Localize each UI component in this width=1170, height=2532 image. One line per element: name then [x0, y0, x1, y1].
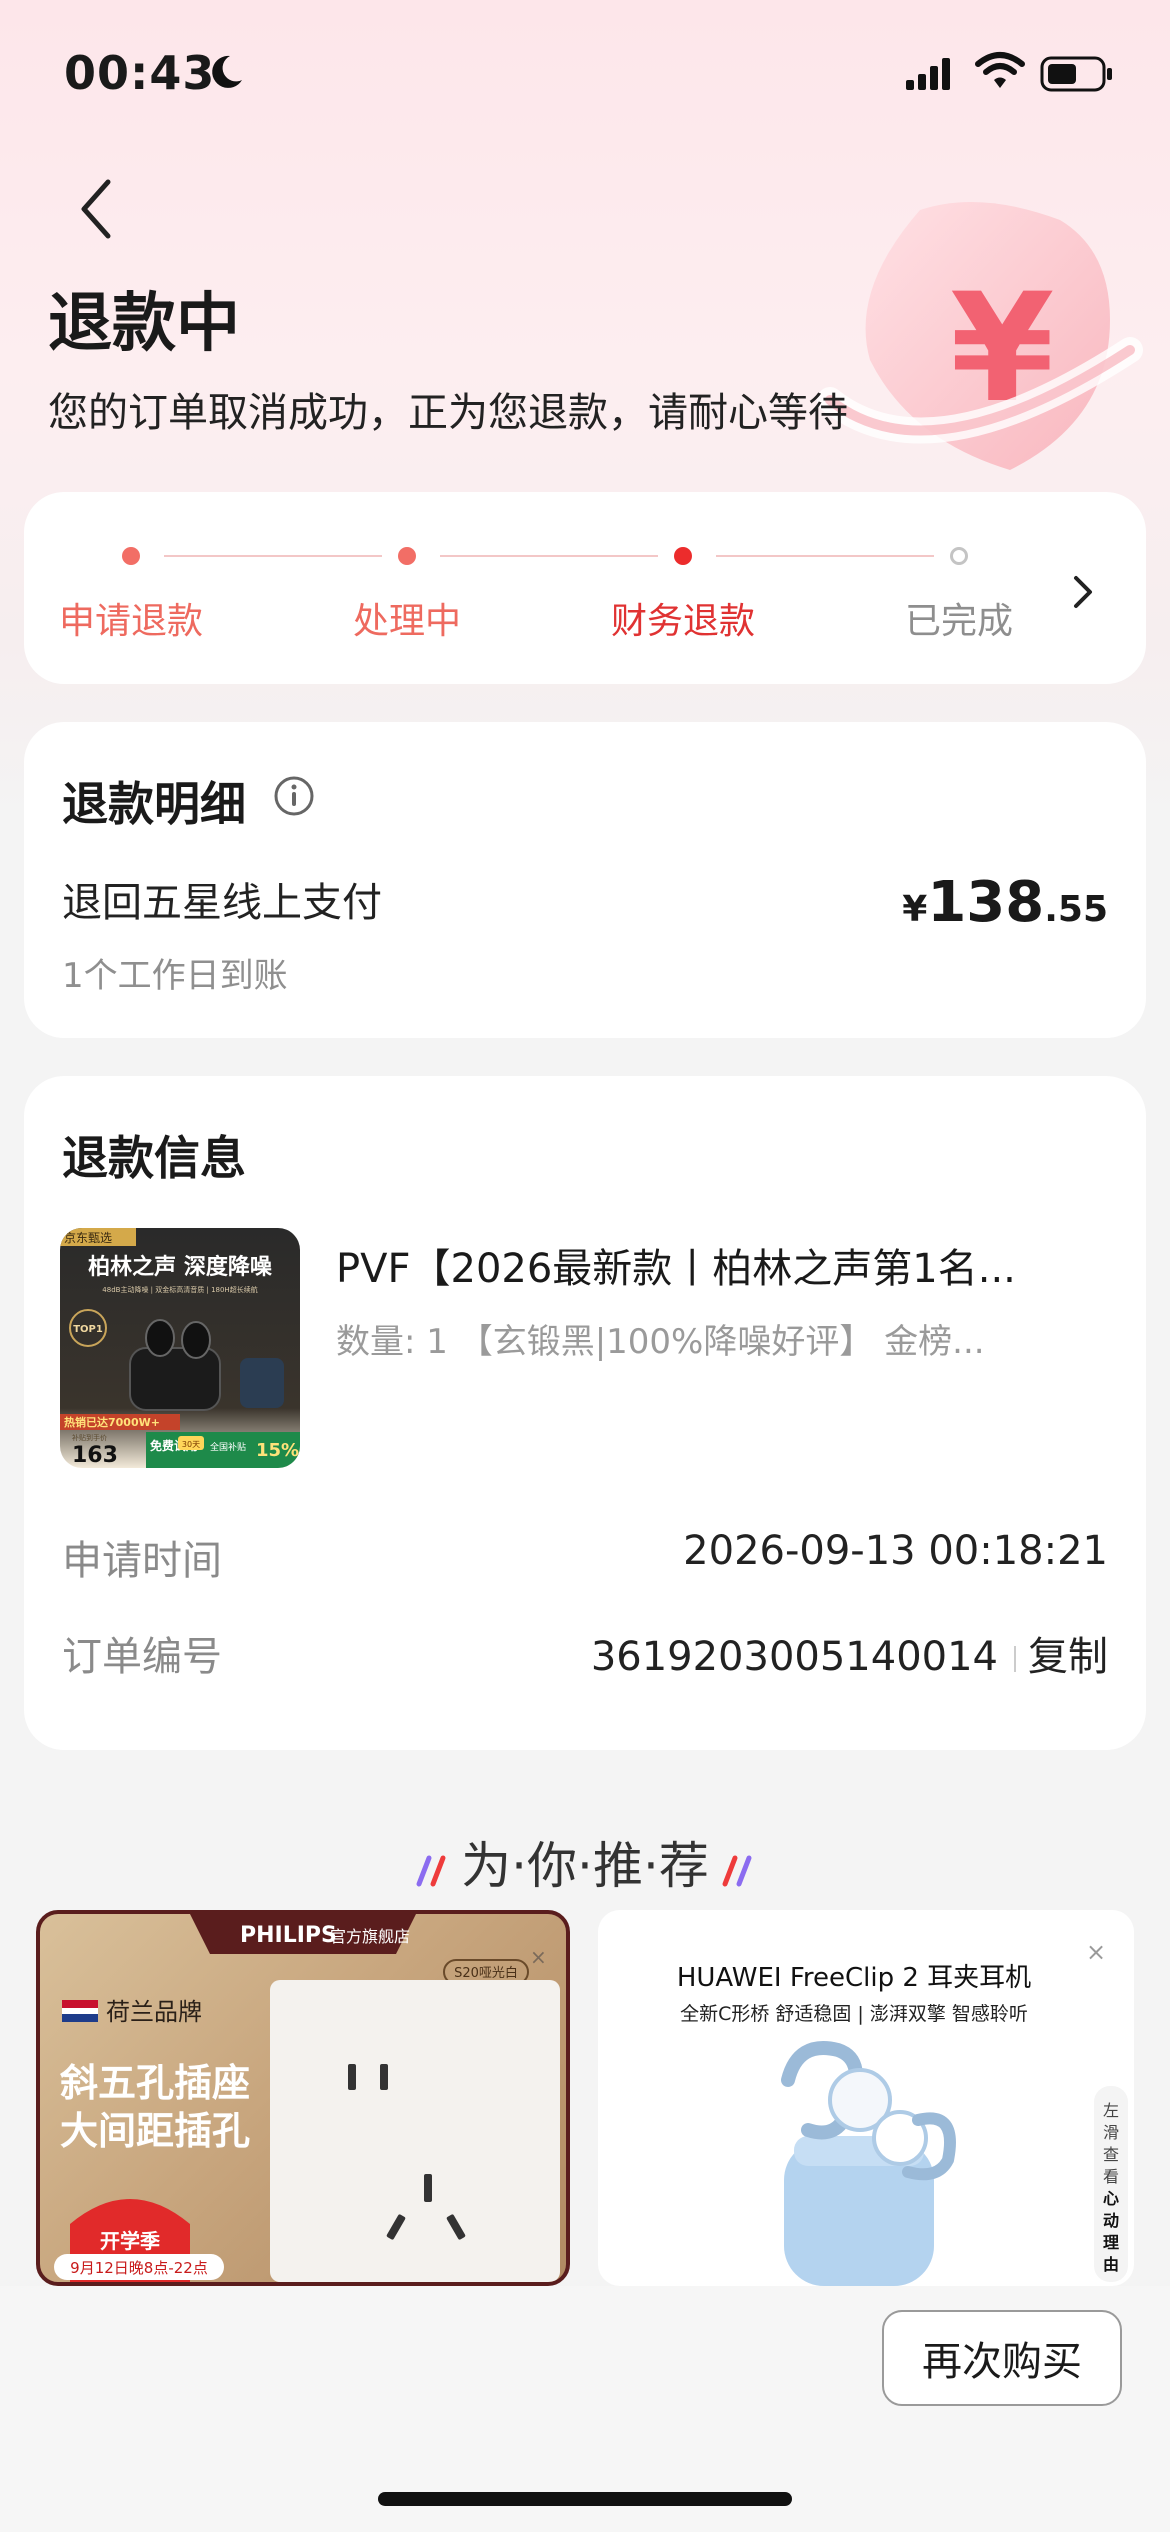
refund-eta: 1个工作日到账 [62, 956, 288, 996]
huawei-ad-image: × HUAWEI FreeClip 2 耳夹耳机 全新C形桥 舒适稳固 | 澎湃… [677, 1938, 1128, 2286]
refund-progress-card[interactable]: 申请退款 处理中 财务退款 已完成 [24, 492, 1146, 684]
step-label-processing: 处理中 [352, 601, 461, 642]
step-connector [164, 555, 382, 557]
order-number-value: 3619203005140014 [590, 1634, 998, 1680]
recommend-title-text: 为·你·推·荐 [461, 1837, 709, 1895]
home-indicator[interactable] [378, 2492, 792, 2506]
step-label-finance: 财务退款 [610, 601, 755, 642]
philips-promo: 开学季 [100, 2229, 160, 2253]
slash-decoration-icon [722, 1855, 752, 1886]
product-image-price: 163 [72, 1443, 118, 1468]
order-number-label: 订单编号 [62, 1634, 222, 1680]
refund-amount: ¥138.55 [902, 870, 1108, 935]
divider [1014, 1646, 1016, 1672]
chevron-right-icon[interactable] [1068, 572, 1098, 612]
svg-text:查: 查 [1103, 2145, 1119, 2164]
refund-info-card: 退款信息 京东甄选 柏林之声 深度降噪 48dB主动降噪 | 双金标高清音质 |… [24, 1076, 1146, 1750]
svg-text:左: 左 [1103, 2101, 1119, 2120]
product-image-badge: 京东甄选 [64, 1231, 112, 1245]
close-icon: × [1086, 1938, 1106, 1966]
huawei-title: HUAWEI FreeClip 2 耳夹耳机 [677, 1963, 1031, 1993]
philips-origin: 荷兰品牌 [106, 1998, 202, 2026]
refund-detail-card: 退款明细 退回五星线上支付 1个工作日到账 ¥138.55 [24, 722, 1146, 1038]
product-name[interactable]: PVF【2026最新款丨柏林之声第1名... [336, 1236, 1096, 1294]
apply-time-label: 申请时间 [62, 1538, 222, 1584]
buy-again-button[interactable]: 再次购买 [882, 2310, 1122, 2406]
apply-time-value: 2026-09-13 00:18:21 [683, 1528, 1108, 1574]
step-label-complete: 已完成 [904, 601, 1013, 642]
info-icon[interactable] [272, 774, 316, 818]
product-spec: 数量: 1 【玄锻黑|100%降噪好评】 金榜... [336, 1322, 985, 1362]
philips-promo-date: 9月12日晚8点-22点 [70, 2259, 208, 2277]
product-image-sold: 热销已达7000W+ [64, 1415, 160, 1429]
cellular-signal-icon [906, 58, 950, 90]
product-image-top-badge: TOP1 [73, 1324, 103, 1335]
page-subtitle: 您的订单取消成功，正为您退款，请耐心等待 [48, 390, 848, 436]
step-label-apply: 申请退款 [58, 601, 203, 642]
product-image-subsidy: 全国补贴 [210, 1441, 246, 1453]
svg-text:滑: 滑 [1103, 2123, 1119, 2142]
step-connector [440, 555, 658, 557]
refund-info-title: 退款信息 [62, 1131, 246, 1185]
product-image-price-label: 补贴到手价 [72, 1433, 107, 1442]
close-icon: × [530, 1945, 547, 1969]
yen-illustration-icon: ¥ [817, 202, 1143, 470]
refund-method: 退回五星线上支付 [62, 880, 382, 926]
philips-headline-1: 斜五孔插座 [60, 2061, 250, 2105]
page-title: 退款中 [48, 287, 240, 361]
product-image-subsidy-pct: 15% [256, 1440, 299, 1461]
recommend-ad-philips[interactable]: PHILIPS 官方旗舰店 S20哑光白 × 荷兰品牌 斜五孔插座 大间距插孔 … [36, 1910, 570, 2286]
step-dot-1 [122, 547, 140, 565]
step-dot-4 [950, 547, 968, 565]
amount-decimal: .55 [1044, 889, 1108, 930]
step-dot-2 [398, 547, 416, 565]
amount-currency: ¥ [902, 889, 928, 930]
svg-text:由: 由 [1103, 2255, 1119, 2274]
recommend-ad-huawei[interactable]: × HUAWEI FreeClip 2 耳夹耳机 全新C形桥 舒适稳固 | 澎湃… [598, 1910, 1134, 2286]
step-dot-3 [674, 547, 692, 565]
recommend-title: 为·你·推·荐 [0, 1826, 1170, 1898]
step-connector [716, 555, 934, 557]
svg-text:看: 看 [1103, 2167, 1119, 2186]
product-image[interactable]: 京东甄选 柏林之声 深度降噪 48dB主动降噪 | 双金标高清音质 | 180H… [60, 1228, 300, 1468]
svg-text:动: 动 [1103, 2211, 1119, 2230]
refund-detail-title: 退款明细 [62, 777, 246, 831]
svg-text:心: 心 [1103, 2189, 1119, 2208]
slash-decoration-icon [416, 1855, 446, 1886]
philips-headline-2: 大间距插孔 [60, 2109, 250, 2153]
svg-text:理: 理 [1103, 2233, 1119, 2252]
amount-integer: 138 [927, 870, 1045, 935]
philips-store: 官方旗舰店 [330, 1927, 410, 1946]
order-number-row: 3619203005140014 复制 [591, 1624, 1108, 1682]
philips-ad-image: PHILIPS 官方旗舰店 S20哑光白 × 荷兰品牌 斜五孔插座 大间距插孔 … [54, 1914, 560, 2282]
product-image-small-line: 48dB主动降噪 | 双金标高清音质 | 180H超长续航 [102, 1285, 257, 1294]
status-bar: 00:43 [0, 0, 1170, 150]
huawei-subtitle: 全新C形桥 舒适稳固 | 澎湃双擎 智感聆听 [680, 2003, 1028, 2025]
product-image-trial-days: 30天 [182, 1440, 200, 1449]
wifi-icon [975, 52, 1025, 88]
status-time: 00:43 [64, 46, 216, 100]
philips-brand: PHILIPS [240, 1923, 337, 1948]
battery-icon [1040, 56, 1112, 92]
back-icon[interactable] [74, 176, 118, 242]
moon-icon [212, 55, 242, 88]
copy-button[interactable]: 复制 [1028, 1634, 1108, 1680]
product-image-headline: 柏林之声 深度降噪 [88, 1254, 273, 1280]
earbuds-product-image: 京东甄选 柏林之声 深度降噪 48dB主动降噪 | 双金标高清音质 | 180H… [60, 1228, 300, 1468]
philips-tag: S20哑光白 [454, 1965, 518, 1981]
